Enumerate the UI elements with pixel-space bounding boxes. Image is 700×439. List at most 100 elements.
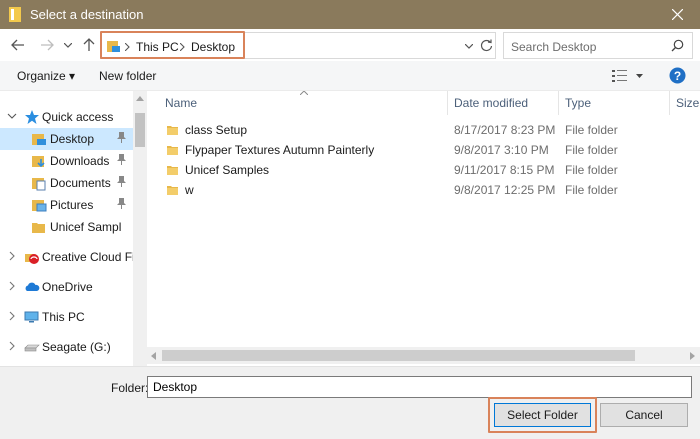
sidebar-item-documents[interactable]: Documents <box>0 172 133 194</box>
dialog-footer: Folder: Select Folder Cancel <box>0 366 700 439</box>
pictures-folder-icon <box>32 200 47 212</box>
column-header-date[interactable]: Date modified <box>454 96 528 110</box>
app-icon <box>9 7 21 22</box>
sidebar-item-label: OneDrive <box>42 280 93 294</box>
sidebar-item-label: Quick access <box>42 110 114 124</box>
file-type: File folder <box>565 183 618 197</box>
help-icon[interactable]: ? <box>669 67 686 84</box>
column-header-type[interactable]: Type <box>565 96 591 110</box>
close-button[interactable] <box>654 0 700 29</box>
folder-icon <box>167 166 178 175</box>
pin-icon[interactable] <box>117 176 126 190</box>
sidebar-item-seagate[interactable]: Seagate (G:) <box>0 336 133 358</box>
arrow-right-icon <box>41 39 54 51</box>
sidebar-item-downloads[interactable]: Downloads <box>0 150 133 172</box>
sidebar-item-pictures[interactable]: Pictures <box>0 194 133 216</box>
view-options-icon[interactable] <box>612 70 628 82</box>
file-name: w <box>185 183 194 197</box>
scroll-up-icon[interactable] <box>136 96 144 101</box>
chevron-right-icon <box>9 251 15 261</box>
sidebar-scrollbar[interactable] <box>133 91 147 366</box>
star-icon <box>25 110 39 124</box>
file-name: class Setup <box>185 123 248 137</box>
chevron-right-icon <box>9 281 15 291</box>
sidebar-item-label: Desktop <box>50 132 95 146</box>
pin-icon[interactable] <box>117 132 126 146</box>
column-divider[interactable] <box>669 91 670 115</box>
horizontal-scrollbar[interactable] <box>147 347 700 364</box>
folder-icon <box>32 223 45 233</box>
scrollbar-thumb[interactable] <box>162 350 635 361</box>
title-bar: Select a destination <box>0 0 700 29</box>
forward-button[interactable] <box>38 36 56 54</box>
folder-icon <box>167 146 178 155</box>
file-date: 9/8/2017 12:25 PM <box>454 183 556 197</box>
refresh-icon[interactable] <box>480 39 493 52</box>
sort-up-icon <box>300 91 308 95</box>
cloud-icon <box>25 282 40 291</box>
column-header-name[interactable]: Name <box>165 96 197 110</box>
chevron-down-icon[interactable] <box>636 74 643 78</box>
sidebar-item-label: Unicef Sampl <box>50 220 122 234</box>
navigation-bar: This PC Desktop Search Desktop <box>0 29 700 61</box>
back-button[interactable] <box>9 36 27 54</box>
folder-icon <box>167 186 178 195</box>
sidebar-item-unicef-samples[interactable]: Unicef Sampl <box>0 216 133 238</box>
scrollbar-thumb[interactable] <box>135 113 145 147</box>
pin-icon[interactable] <box>117 154 126 168</box>
svg-text:?: ? <box>674 69 681 83</box>
chevron-down-icon <box>64 42 72 48</box>
search-box[interactable]: Search Desktop <box>503 32 693 59</box>
new-folder-button[interactable]: New folder <box>99 69 156 83</box>
sidebar-item-creative-cloud[interactable]: Creative Cloud File <box>0 246 133 268</box>
folder-field[interactable] <box>147 376 692 398</box>
command-toolbar: Organize ▾ New folder ? <box>0 61 700 91</box>
drive-icon <box>24 344 40 352</box>
sidebar-item-label: Seagate (G:) <box>42 340 111 354</box>
chevron-down-icon[interactable] <box>465 44 473 49</box>
arrow-up-icon <box>83 38 95 51</box>
sidebar-item-quick-access[interactable]: Quick access <box>0 106 133 128</box>
sidebar-item-this-pc[interactable]: This PC <box>0 306 133 328</box>
file-type: File folder <box>565 143 618 157</box>
chevron-right-icon <box>9 341 15 351</box>
table-row[interactable]: class Setup 8/17/2017 8:23 PM File folde… <box>147 120 700 140</box>
recent-locations-button[interactable] <box>61 36 75 54</box>
up-button[interactable] <box>80 36 98 54</box>
table-row[interactable]: Flypaper Textures Autumn Painterly 9/8/2… <box>147 140 700 160</box>
file-date: 8/17/2017 8:23 PM <box>454 123 556 137</box>
sidebar-item-desktop[interactable]: Desktop <box>0 128 133 150</box>
folder-icon <box>167 126 178 135</box>
sidebar-item-label: Downloads <box>50 154 110 168</box>
sidebar-item-label: Creative Cloud File <box>42 250 133 264</box>
file-date: 9/8/2017 3:10 PM <box>454 143 549 157</box>
column-divider[interactable] <box>558 91 559 115</box>
column-header-size[interactable]: Size <box>676 96 699 110</box>
folder-label: Folder: <box>111 381 149 395</box>
file-type: File folder <box>565 163 618 177</box>
chevron-right-icon <box>9 311 15 321</box>
file-name: Unicef Samples <box>185 163 270 177</box>
desktop-folder-icon <box>32 134 46 145</box>
table-row[interactable]: w 9/8/2017 12:25 PM File folder <box>147 180 700 200</box>
search-icon <box>671 39 684 52</box>
close-icon <box>671 9 683 20</box>
cancel-button[interactable]: Cancel <box>600 403 688 427</box>
table-row[interactable]: Unicef Samples 9/11/2017 8:15 PM File fo… <box>147 160 700 180</box>
file-list: Name Date modified Type Size class Setup… <box>147 91 700 366</box>
chevron-down-icon <box>7 113 17 119</box>
address-highlight <box>100 31 245 59</box>
sidebar-item-label: Documents <box>50 176 111 190</box>
organize-menu[interactable]: Organize ▾ <box>17 69 75 83</box>
select-folder-highlight <box>488 397 597 433</box>
search-placeholder: Search Desktop <box>511 40 597 54</box>
scroll-left-icon[interactable] <box>151 352 156 360</box>
documents-folder-icon <box>32 178 46 191</box>
pin-icon[interactable] <box>117 198 126 212</box>
column-divider[interactable] <box>447 91 448 115</box>
sidebar-item-label: This PC <box>42 310 85 324</box>
file-type: File folder <box>565 123 618 137</box>
computer-icon <box>24 311 39 323</box>
scroll-right-icon[interactable] <box>690 352 695 360</box>
sidebar-item-onedrive[interactable]: OneDrive <box>0 276 133 298</box>
